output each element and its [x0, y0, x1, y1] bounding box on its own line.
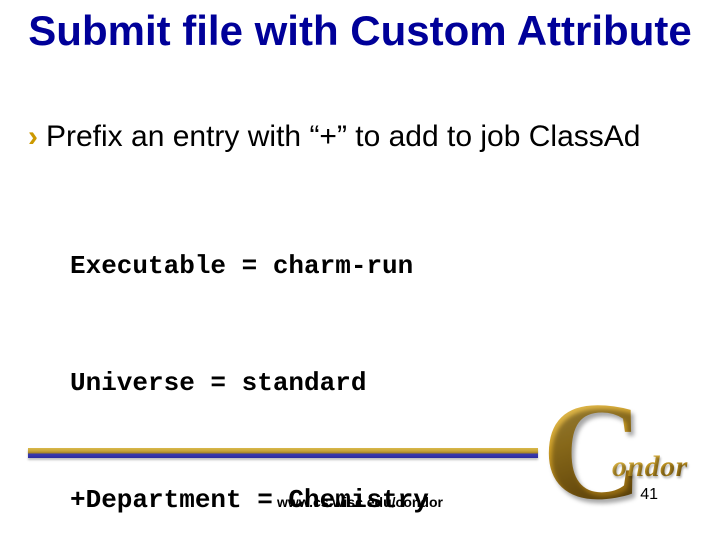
- slide-title: Submit file with Custom Attribute: [0, 8, 720, 54]
- bullet-glyph-icon: ›: [28, 122, 38, 152]
- page-number: 41: [640, 486, 658, 504]
- code-block: Executable = charm-run Universe = standa…: [70, 169, 680, 540]
- footer-url: www.cs.wisc.edu/condor: [0, 494, 720, 510]
- slide: Submit file with Custom Attribute › Pref…: [0, 0, 720, 540]
- code-line: Universe = standard: [70, 364, 680, 403]
- bullet-item: › Prefix an entry with “+” to add to job…: [28, 120, 680, 155]
- slide-body: › Prefix an entry with “+” to add to job…: [28, 120, 680, 540]
- bullet-text: Prefix an entry with “+” to add to job C…: [46, 120, 640, 155]
- code-line: Executable = charm-run: [70, 247, 680, 286]
- divider-bar: [28, 448, 538, 458]
